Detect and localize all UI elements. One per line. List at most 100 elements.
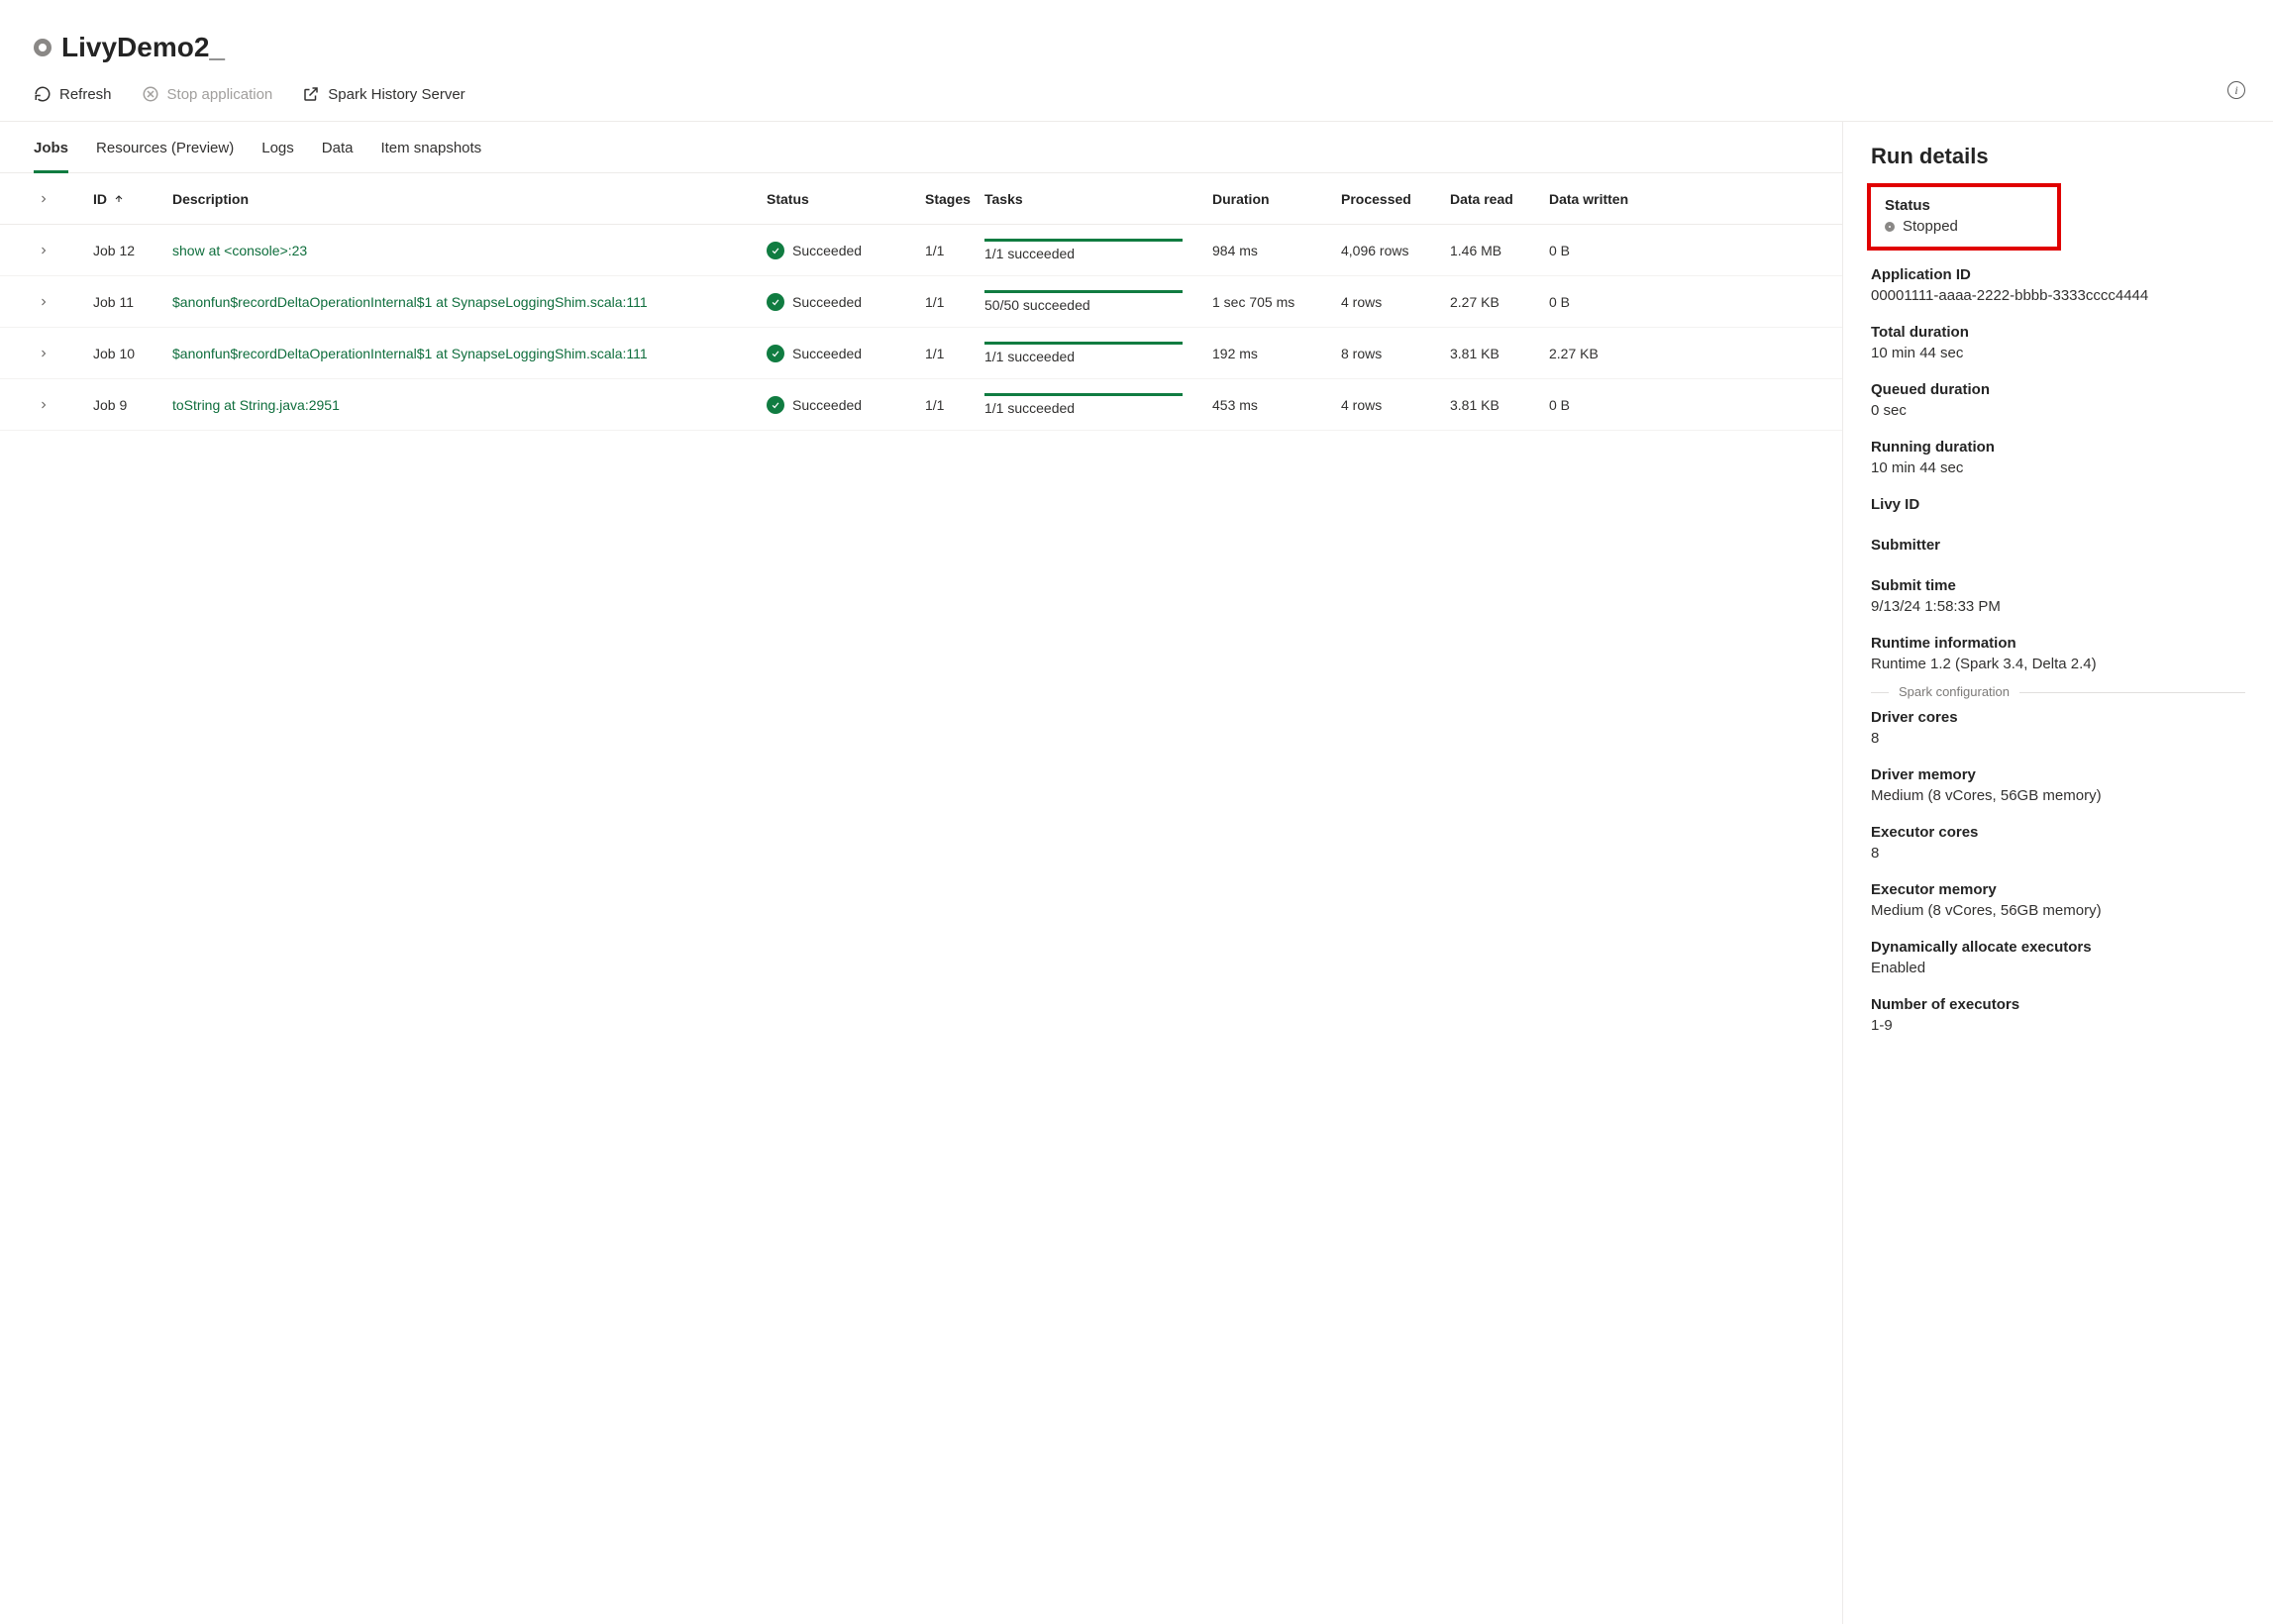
tasks-progress-bar xyxy=(984,290,1183,293)
job-id: Job 11 xyxy=(93,294,172,310)
job-status: Succeeded xyxy=(767,345,925,362)
sort-asc-icon xyxy=(113,191,125,207)
run-details-panel: Run details Status Stopped Application I… xyxy=(1842,122,2273,1624)
spark-history-button[interactable]: Spark History Server xyxy=(302,81,465,107)
col-data-read[interactable]: Data read xyxy=(1450,191,1549,207)
chevron-right-icon xyxy=(38,193,50,205)
job-processed: 4 rows xyxy=(1341,397,1450,413)
refresh-icon xyxy=(34,85,52,103)
col-id-label: ID xyxy=(93,191,107,207)
spark-config-label: Spark configuration xyxy=(1889,684,2019,699)
job-duration: 984 ms xyxy=(1212,243,1341,258)
runtime-label: Runtime information xyxy=(1871,635,2245,652)
job-data-written: 0 B xyxy=(1549,294,1658,310)
tab-item-snapshots[interactable]: Item snapshots xyxy=(380,122,481,173)
tab-logs[interactable]: Logs xyxy=(261,122,294,173)
job-duration: 453 ms xyxy=(1212,397,1341,413)
tasks-label: 50/50 succeeded xyxy=(984,297,1212,313)
running-label: Running duration xyxy=(1871,439,2245,456)
external-link-icon xyxy=(302,85,320,103)
expand-all-chevron[interactable] xyxy=(34,189,53,209)
job-stages: 1/1 xyxy=(925,346,984,361)
jobs-table: ID Description Status Stages Tasks Durat… xyxy=(0,173,1842,431)
col-processed[interactable]: Processed xyxy=(1341,191,1450,207)
driver-mem-value: Medium (8 vCores, 56GB memory) xyxy=(1871,787,2245,804)
job-data-read: 2.27 KB xyxy=(1450,294,1549,310)
tab-jobs[interactable]: Jobs xyxy=(34,122,68,173)
job-status-text: Succeeded xyxy=(792,243,862,258)
job-duration: 1 sec 705 ms xyxy=(1212,294,1341,310)
table-row: Job 10 $anonfun$recordDeltaOperationInte… xyxy=(0,328,1842,379)
refresh-button[interactable]: Refresh xyxy=(34,81,112,107)
stop-label: Stop application xyxy=(167,86,273,103)
tasks-progress-bar xyxy=(984,342,1183,345)
col-stages[interactable]: Stages xyxy=(925,191,984,207)
exec-mem-label: Executor memory xyxy=(1871,881,2245,898)
tasks-progress-bar xyxy=(984,393,1183,396)
table-row: Job 12 show at <console>:23 Succeeded 1/… xyxy=(0,225,1842,276)
history-label: Spark History Server xyxy=(328,86,465,103)
driver-mem-label: Driver memory xyxy=(1871,766,2245,783)
table-row: Job 11 $anonfun$recordDeltaOperationInte… xyxy=(0,276,1842,328)
job-id: Job 12 xyxy=(93,243,172,258)
total-duration-label: Total duration xyxy=(1871,324,2245,341)
tasks-label: 1/1 succeeded xyxy=(984,400,1212,416)
job-duration: 192 ms xyxy=(1212,346,1341,361)
col-status[interactable]: Status xyxy=(767,191,925,207)
row-expand-chevron[interactable] xyxy=(34,241,53,260)
job-tasks: 1/1 succeeded xyxy=(984,393,1212,416)
row-expand-chevron[interactable] xyxy=(34,344,53,363)
running-value: 10 min 44 sec xyxy=(1871,459,2245,476)
job-description-link[interactable]: $anonfun$recordDeltaOperationInternal$1 … xyxy=(172,346,767,361)
info-icon[interactable]: i xyxy=(2227,81,2245,99)
status-value: Stopped xyxy=(1885,218,2043,235)
table-row: Job 9 toString at String.java:2951 Succe… xyxy=(0,379,1842,431)
chevron-right-icon xyxy=(38,399,50,411)
tab-resources[interactable]: Resources (Preview) xyxy=(96,122,234,173)
job-stages: 1/1 xyxy=(925,397,984,413)
job-processed: 8 rows xyxy=(1341,346,1450,361)
tasks-label: 1/1 succeeded xyxy=(984,246,1212,261)
col-data-written[interactable]: Data written xyxy=(1549,191,1658,207)
job-status: Succeeded xyxy=(767,242,925,259)
table-header-row: ID Description Status Stages Tasks Durat… xyxy=(0,173,1842,225)
row-expand-chevron[interactable] xyxy=(34,292,53,312)
tab-data[interactable]: Data xyxy=(322,122,354,173)
row-expand-chevron[interactable] xyxy=(34,395,53,415)
spark-config-divider: Spark configuration xyxy=(1871,692,2245,693)
job-status-text: Succeeded xyxy=(792,346,862,361)
job-description-link[interactable]: toString at String.java:2951 xyxy=(172,397,767,413)
status-value-text: Stopped xyxy=(1903,218,1958,235)
success-check-icon xyxy=(767,396,784,414)
status-label: Status xyxy=(1885,197,2043,214)
job-data-written: 0 B xyxy=(1549,397,1658,413)
job-id: Job 9 xyxy=(93,397,172,413)
toolbar: Refresh Stop application Spark History S… xyxy=(0,81,2273,122)
stop-icon xyxy=(142,85,159,103)
success-check-icon xyxy=(767,345,784,362)
stopped-icon xyxy=(1885,222,1895,232)
job-processed: 4 rows xyxy=(1341,294,1450,310)
col-id[interactable]: ID xyxy=(93,191,172,207)
success-check-icon xyxy=(767,293,784,311)
refresh-label: Refresh xyxy=(59,86,112,103)
col-duration[interactable]: Duration xyxy=(1212,191,1341,207)
col-tasks[interactable]: Tasks xyxy=(984,191,1212,207)
tasks-progress-bar xyxy=(984,239,1183,242)
col-description[interactable]: Description xyxy=(172,191,767,207)
submit-time-value: 9/13/24 1:58:33 PM xyxy=(1871,598,2245,615)
page-title: LivyDemo2_ xyxy=(61,32,225,63)
job-description-link[interactable]: show at <console>:23 xyxy=(172,243,767,258)
num-exec-value: 1-9 xyxy=(1871,1017,2245,1034)
dyn-alloc-label: Dynamically allocate executors xyxy=(1871,939,2245,956)
job-data-read: 1.46 MB xyxy=(1450,243,1549,258)
driver-cores-label: Driver cores xyxy=(1871,709,2245,726)
chevron-right-icon xyxy=(38,348,50,359)
livy-label: Livy ID xyxy=(1871,496,2245,513)
job-data-read: 3.81 KB xyxy=(1450,346,1549,361)
submitter-label: Submitter xyxy=(1871,537,2245,554)
runtime-value: Runtime 1.2 (Spark 3.4, Delta 2.4) xyxy=(1871,656,2245,672)
chevron-right-icon xyxy=(38,296,50,308)
job-description-link[interactable]: $anonfun$recordDeltaOperationInternal$1 … xyxy=(172,294,767,310)
job-stages: 1/1 xyxy=(925,243,984,258)
